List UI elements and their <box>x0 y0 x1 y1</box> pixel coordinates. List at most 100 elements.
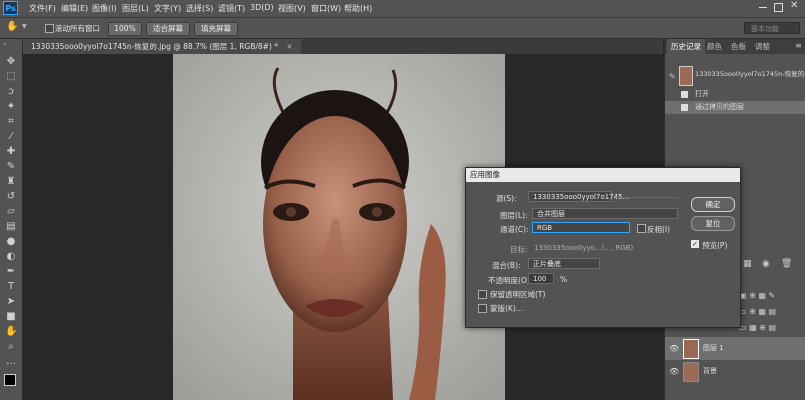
tab-history[interactable]: 历史记录 <box>667 39 705 54</box>
eraser-tool-icon[interactable]: ▱ <box>5 206 17 218</box>
crop-tool-icon[interactable]: ⌗ <box>5 116 17 128</box>
blending-value: 正片叠底 <box>533 260 561 268</box>
history-snapshot[interactable]: ✎ 1330335ooo0yyol7o1745n-恢复的.jpg <box>665 65 805 87</box>
marquee-tool-icon[interactable]: ⬚ <box>5 71 17 83</box>
menu-file[interactable]: 文件(F) <box>29 3 56 14</box>
channel-label: 通道(C): <box>500 225 529 234</box>
clone-stamp-icon[interactable]: ♜ <box>5 176 17 188</box>
menu-3d[interactable]: 3D(D) <box>250 3 274 12</box>
layer-row-active[interactable]: 👁 图层 1 <box>665 337 805 360</box>
channel-select[interactable]: RGB <box>532 222 630 233</box>
document-icon <box>681 91 688 98</box>
reset-button[interactable]: 复位 <box>691 216 735 231</box>
lasso-tool-icon[interactable]: ↄ <box>5 86 17 98</box>
camera-icon[interactable]: ◉ <box>762 259 770 269</box>
menu-select[interactable]: 选择(S) <box>186 3 213 14</box>
opacity-label: 不透明度(O): <box>488 276 533 285</box>
chevron-down-icon[interactable]: ▼ <box>22 23 27 30</box>
collapse-icon[interactable]: » <box>3 41 7 48</box>
target-label: 目标: <box>510 245 528 254</box>
visibility-eye-icon[interactable]: 👁 <box>669 337 679 360</box>
foreground-color-swatch[interactable] <box>4 374 16 386</box>
dialog-title: 应用图像 <box>466 168 740 182</box>
gradient-tool-icon[interactable]: ▤ <box>5 221 17 233</box>
path-select-icon[interactable]: ➤ <box>5 296 17 308</box>
window-controls: ✕ <box>759 0 799 14</box>
layer-option-icons[interactable]: ▭ ⊕ ▦ ▤ <box>739 307 776 316</box>
brush-tool-icon[interactable]: ✎ <box>5 161 17 173</box>
hand-tool-icon[interactable]: ✋ <box>5 326 17 338</box>
fill-screen-button[interactable]: 填充屏幕 <box>194 22 238 36</box>
channel-value: RGB <box>537 224 553 232</box>
history-item[interactable]: 打开 <box>665 88 805 101</box>
layer-select[interactable]: 合并图层 <box>532 208 678 219</box>
opacity-value: 100 <box>533 275 547 283</box>
menu-layer[interactable]: 图层(L) <box>122 3 149 14</box>
menu-image[interactable]: 图像(I) <box>92 3 117 14</box>
layer-thumbnail <box>683 362 699 382</box>
pen-tool-icon[interactable]: ✒ <box>5 266 17 278</box>
ok-button[interactable]: 确定 <box>691 197 735 212</box>
more-tools-icon[interactable]: … <box>5 356 17 368</box>
layer-filter-icons[interactable]: ▣ ⊕ ▦ ✎ <box>739 291 775 300</box>
layer-label: 图层(L): <box>500 211 528 220</box>
document-tab-bar: 1330335ooo0yyol7o1745n-恢复的.jpg @ 88.7% (… <box>23 39 663 54</box>
photoshop-logo: Ps <box>3 1 18 15</box>
new-document-icon[interactable]: ▦ <box>743 259 752 269</box>
trash-icon[interactable]: 🗑 <box>781 259 792 269</box>
preview-checkbox[interactable]: ✓ <box>691 240 699 248</box>
dodge-tool-icon[interactable]: ◐ <box>5 251 17 263</box>
eyedropper-icon[interactable]: ⁄ <box>5 131 17 143</box>
source-label: 源(S): <box>496 194 517 203</box>
source-select[interactable]: 1330335ooo0yyol7o1745... <box>528 191 629 202</box>
snapshot-brush-icon: ✎ <box>669 72 676 81</box>
layer-lock-icons[interactable]: ▭ ▦ ⊕ ▤ <box>739 323 776 332</box>
workspace-select[interactable]: 基本功能 <box>744 22 800 34</box>
blur-tool-icon[interactable]: ● <box>5 236 17 248</box>
menu-view[interactable]: 视图(V) <box>278 3 306 14</box>
blending-select[interactable]: 正片叠底 <box>528 258 600 269</box>
menu-edit[interactable]: 编辑(E) <box>61 3 88 14</box>
snapshot-name: 1330335ooo0yyol7o1745n-恢复的.jpg <box>695 70 805 78</box>
mask-checkbox[interactable] <box>478 304 487 313</box>
maximize-icon[interactable] <box>774 3 783 12</box>
scroll-all-checkbox[interactable] <box>45 24 54 33</box>
preserve-transparency-checkbox[interactable] <box>478 290 487 299</box>
snapshot-thumbnail <box>679 66 693 86</box>
document-tab[interactable]: 1330335ooo0yyol7o1745n-恢复的.jpg @ 88.7% (… <box>23 39 301 54</box>
tab-close-icon[interactable]: × <box>286 42 292 51</box>
opacity-unit: % <box>560 275 568 284</box>
tab-swatches[interactable]: 色板 <box>727 39 750 54</box>
type-tool-icon[interactable]: T <box>5 281 17 293</box>
layer-name: 图层 1 <box>703 344 724 352</box>
minimize-icon[interactable] <box>759 7 767 8</box>
layer-row[interactable]: 👁 背景 <box>665 360 805 383</box>
menu-help[interactable]: 帮助(H) <box>344 3 372 14</box>
fit-screen-button[interactable]: 适合屏幕 <box>146 22 190 36</box>
zoom-tool-icon[interactable]: ⌕ <box>5 341 17 353</box>
source-value: 1330335ooo0yyol7o1745... <box>533 193 630 201</box>
invert-checkbox[interactable] <box>637 224 646 233</box>
history-item-label: 通过拷贝的图层 <box>695 103 744 111</box>
tab-adjustments[interactable]: 调整 <box>751 39 774 54</box>
tab-color[interactable]: 颜色 <box>703 39 726 54</box>
visibility-eye-icon[interactable]: 👁 <box>669 360 679 383</box>
hand-tool-icon[interactable]: ✋ <box>6 21 18 32</box>
menu-filter[interactable]: 滤镜(T) <box>218 3 245 14</box>
close-icon[interactable]: ✕ <box>790 0 798 11</box>
history-brush-icon[interactable]: ↺ <box>5 191 17 203</box>
healing-brush-icon[interactable]: ✚ <box>5 146 17 158</box>
magic-wand-icon[interactable]: ✦ <box>5 101 17 113</box>
history-item-active[interactable]: 通过拷贝的图层 <box>665 101 805 114</box>
invert-label: 反相(I) <box>647 225 671 234</box>
layer-value: 合并图层 <box>537 210 565 218</box>
options-bar: ✋ ▼ 滚动所有窗口 100% 适合屏幕 填充屏幕 基本功能 <box>0 18 805 39</box>
shape-tool-icon[interactable]: ■ <box>5 311 17 323</box>
menu-type[interactable]: 文字(Y) <box>154 3 181 14</box>
mask-label: 蒙版(K)... <box>490 304 523 313</box>
menu-window[interactable]: 窗口(W) <box>311 3 341 14</box>
opacity-input[interactable]: 100 <box>528 273 554 284</box>
panel-menu-icon[interactable]: ≡ <box>795 41 802 50</box>
move-tool-icon[interactable]: ✥ <box>5 56 17 68</box>
zoom-100-button[interactable]: 100% <box>108 22 142 36</box>
